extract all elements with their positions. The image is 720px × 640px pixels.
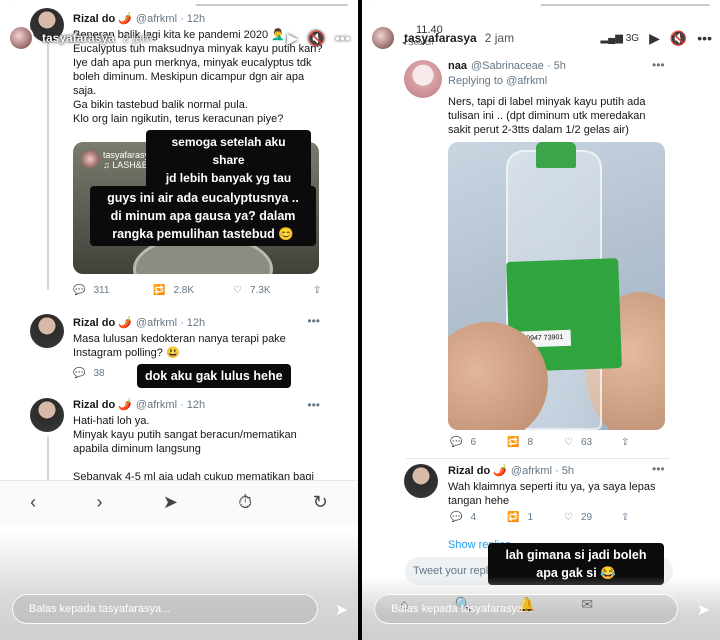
story-header: tasyafarasya 2 jam ▶ 🔇 ••• xyxy=(8,24,350,52)
tweet-photo[interactable]: 90947 73901 xyxy=(448,142,665,430)
divider xyxy=(406,458,670,459)
share-button[interactable]: ⇪ xyxy=(621,512,661,523)
reply-button[interactable]: 💬 6 xyxy=(450,437,507,448)
bottle-cap xyxy=(536,142,576,168)
story-header: tasyafarasya 2 jam ▂▄▆ 3G ▶ 🔇 ••• xyxy=(370,24,712,52)
mute-icon[interactable]: 🔇 xyxy=(308,30,325,47)
heart-icon: ♡ xyxy=(564,437,573,448)
play-icon[interactable]: ▶ xyxy=(649,30,660,47)
tweet-text: Masa lulusan kedokteran nanya terapi pak… xyxy=(73,333,286,359)
retweet-icon: 🔁 xyxy=(507,437,520,448)
story-left: tasyafarasya 2 jam ▶ 🔇 ••• Rizal do 🌶️ @a… xyxy=(0,0,358,640)
tweet-more-icon[interactable]: ••• xyxy=(307,398,320,412)
share-button[interactable]: ⇪ xyxy=(313,285,358,296)
share-button[interactable]: ⇪ xyxy=(621,437,661,448)
reply-button[interactable]: 💬 311 xyxy=(73,285,153,296)
embed-text-sticker: guys ini air ada eucalyptusnya .. di min… xyxy=(90,186,316,246)
back-icon[interactable]: ‹ xyxy=(30,492,36,513)
history-icon[interactable]: ⏱ xyxy=(238,492,252,513)
reply-button[interactable]: 💬 4 xyxy=(450,512,507,523)
like-button[interactable]: ♡ 7.3K xyxy=(233,285,313,296)
embed-avatar xyxy=(81,150,99,168)
tweet-author[interactable]: Rizal do 🌶️ @afrkml · 12h xyxy=(73,316,205,329)
thread-line xyxy=(47,436,49,480)
retweet-button[interactable]: 🔁 2.8K xyxy=(153,285,233,296)
mute-icon[interactable]: 🔇 xyxy=(670,30,687,47)
story-progress-fill xyxy=(372,4,541,6)
tweet-more-icon[interactable]: ••• xyxy=(307,314,320,328)
story-progress xyxy=(372,4,710,6)
story-time: 2 jam xyxy=(122,31,153,45)
tweet-actions: 💬 311 🔁 2.8K ♡ 7.3K ⇪ xyxy=(73,285,358,296)
retweet-icon: 🔁 xyxy=(507,512,520,523)
browser-nav-bar: ‹ › ➤ ⏱ ↻ xyxy=(0,480,358,524)
story-progress-fill xyxy=(10,4,196,6)
retweet-icon: 🔁 xyxy=(153,285,166,296)
share-icon: ⇪ xyxy=(313,285,322,296)
tweet-author[interactable]: Rizal do 🌶️ @afrkml · 5h xyxy=(448,464,574,477)
tweet-more-icon[interactable]: ••• xyxy=(652,462,665,476)
story-text-sticker: dok aku gak lulus hehe xyxy=(137,364,291,388)
avatar[interactable] xyxy=(404,60,442,98)
share-icon: ⇪ xyxy=(621,512,630,523)
tweet-text: Wah klaimnya seperti itu ya, ya saya lep… xyxy=(448,481,656,507)
like-button[interactable]: ♡ 63 xyxy=(564,437,621,448)
story-time: 2 jam xyxy=(484,31,515,45)
heart-icon: ♡ xyxy=(564,512,573,523)
heart-icon: ♡ xyxy=(233,285,242,296)
tweet-author[interactable]: naa @Sabrinaceae · 5h xyxy=(448,60,566,72)
retweet-button[interactable]: 🔁 1 xyxy=(507,512,564,523)
replying-to[interactable]: Replying to @afrkml xyxy=(448,75,547,87)
reply-icon: 💬 xyxy=(450,437,463,448)
reply-icon: 💬 xyxy=(73,368,86,379)
tweet-actions: 💬 6 🔁 8 ♡ 63 ⇪ xyxy=(450,437,661,448)
forward-icon[interactable]: › xyxy=(97,492,103,513)
story-avatar[interactable] xyxy=(370,25,396,51)
send-message-icon[interactable]: ➤ xyxy=(697,600,710,620)
refresh-icon[interactable]: ↻ xyxy=(313,492,328,513)
send-icon[interactable]: ➤ xyxy=(163,492,178,513)
story-avatar[interactable] xyxy=(8,25,34,51)
story-progress xyxy=(10,4,348,6)
story-username[interactable]: tasyafarasya xyxy=(42,31,115,45)
send-message-icon[interactable]: ➤ xyxy=(335,600,348,620)
play-icon[interactable]: ▶ xyxy=(287,30,298,47)
tweet-text: Hati-hati loh ya. Minyak kayu putih sang… xyxy=(73,415,314,480)
avatar[interactable] xyxy=(30,398,64,432)
more-options-icon[interactable]: ••• xyxy=(335,30,350,46)
tweet-author[interactable]: Rizal do 🌶️ @afrkml · 12h xyxy=(73,398,205,411)
like-button[interactable]: ♡ 29 xyxy=(564,512,621,523)
avatar[interactable] xyxy=(30,314,64,348)
more-options-icon[interactable]: ••• xyxy=(697,30,712,46)
retweet-button[interactable]: 🔁 8 xyxy=(507,437,564,448)
reply-icon: 💬 xyxy=(73,285,86,296)
avatar[interactable] xyxy=(404,464,438,498)
story-reply-input[interactable]: Balas kepada tasyafarasya... xyxy=(374,594,678,624)
tweet-text: Ners, tapi di label minyak kayu putih ad… xyxy=(448,96,646,136)
signal-indicator: ▂▄▆ 3G xyxy=(600,32,640,44)
tweet-more-icon[interactable]: ••• xyxy=(652,58,665,72)
reply-icon: 💬 xyxy=(450,512,463,523)
share-icon: ⇪ xyxy=(621,437,630,448)
thread-line xyxy=(47,40,49,290)
story-username[interactable]: tasyafarasya xyxy=(404,31,477,45)
story-reply-input[interactable]: Balas kepada tasyafarasya... xyxy=(12,594,318,624)
tweet-actions: 💬 4 🔁 1 ♡ 29 ⇪ xyxy=(450,512,661,523)
